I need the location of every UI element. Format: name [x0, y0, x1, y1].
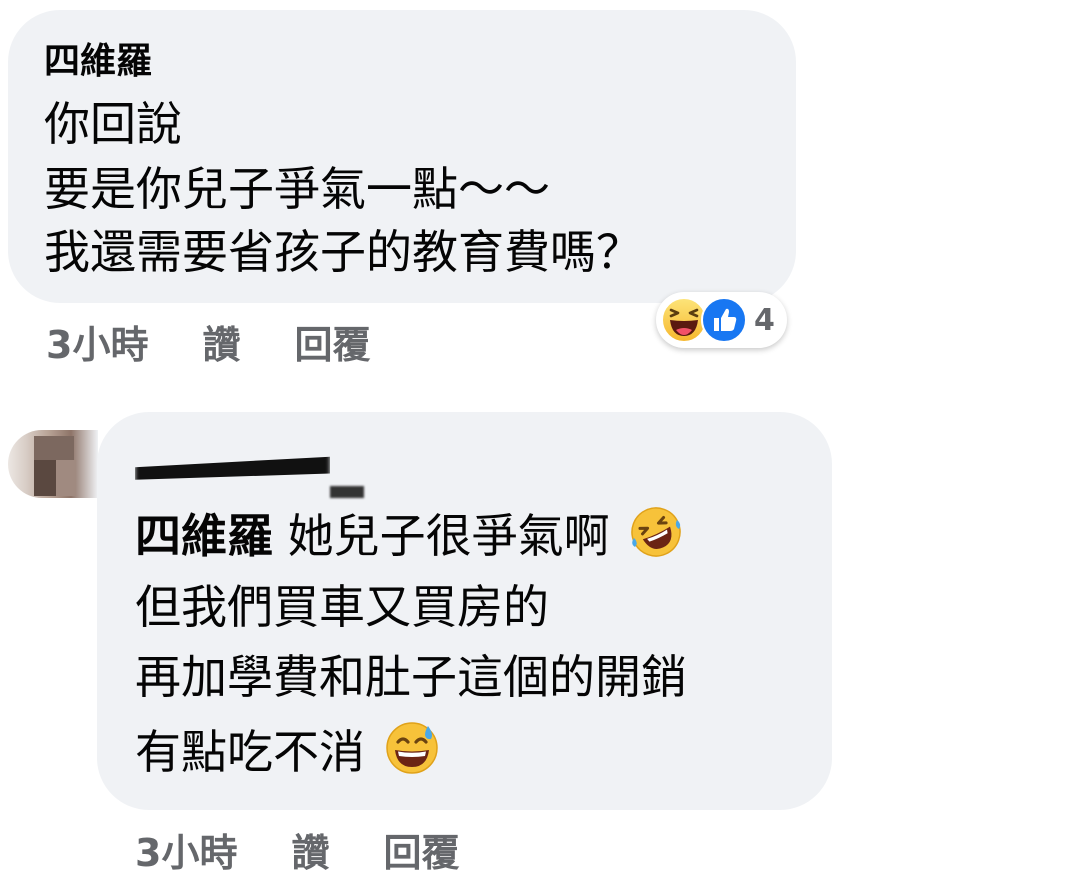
comment-line: 再加學費和肚子這個的開銷 [135, 650, 687, 704]
comment-line: 我還需要省孩子的教育費嗎？ [44, 225, 642, 279]
reaction-summary[interactable]: 4 [656, 292, 787, 348]
comment-timestamp[interactable]: 3小時 [46, 314, 148, 369]
comment-meta: 3小時 讚 回覆 [135, 822, 459, 877]
avatar[interactable] [8, 430, 98, 498]
like-link[interactable]: 讚 [202, 314, 240, 369]
comment-line-text: 她兒子很爭氣啊 [287, 509, 610, 563]
comment-timestamp[interactable]: 3小時 [135, 822, 237, 877]
mention-tag[interactable]: 四維羅 [135, 509, 273, 563]
comment-line: 四維羅 她兒子很爭氣啊 [135, 504, 684, 568]
comment-meta: 3小時 讚 回覆 [46, 314, 370, 369]
like-thumb-icon [701, 297, 747, 343]
comment-line: 但我們買車又買房的 [135, 580, 549, 634]
rolling-laughing-emoji-icon [631, 507, 681, 557]
reply-link[interactable]: 回覆 [294, 314, 370, 369]
comment-author[interactable]: 四維羅 [44, 40, 152, 84]
comment-line: 有點吃不消 [135, 720, 440, 784]
sweat-smile-emoji-icon [385, 722, 438, 774]
comment-line-text: 有點吃不消 [135, 725, 365, 779]
reply-link[interactable]: 回覆 [383, 822, 459, 877]
comment-line: 你回說 [44, 97, 182, 151]
reaction-count: 4 [754, 302, 775, 338]
redaction-mark [330, 486, 364, 498]
comment-line: 要是你兒子爭氣一點～～ [44, 162, 550, 216]
like-link[interactable]: 讚 [291, 822, 329, 877]
